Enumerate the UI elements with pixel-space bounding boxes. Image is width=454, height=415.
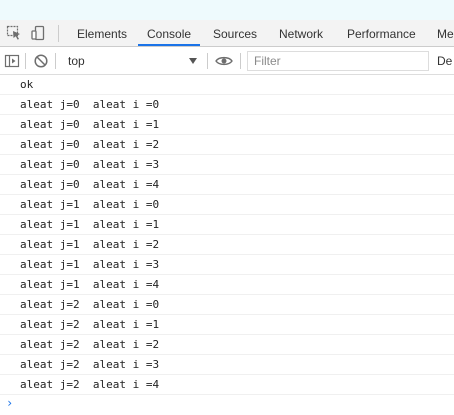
console-message: aleat j=0 aleat i =1 (0, 115, 454, 135)
active-tab-indicator (138, 44, 200, 46)
toolbar-separator (240, 53, 241, 69)
clear-console-icon[interactable] (33, 53, 49, 69)
console-message: aleat j=1 aleat i =4 (0, 275, 454, 295)
toolbar-separator (55, 53, 56, 69)
console-message: aleat j=0 aleat i =3 (0, 155, 454, 175)
console-message: aleat j=1 aleat i =2 (0, 235, 454, 255)
console-message: aleat j=2 aleat i =3 (0, 355, 454, 375)
console-message: aleat j=2 aleat i =2 (0, 335, 454, 355)
tab-elements[interactable]: Elements (77, 20, 127, 46)
eye-icon[interactable] (215, 53, 233, 69)
console-message: aleat j=0 aleat i =4 (0, 175, 454, 195)
console-message: aleat j=2 aleat i =4 (0, 375, 454, 395)
devtools-tabbar: Elements Console Sources Network Perform… (0, 20, 454, 47)
console-message: aleat j=1 aleat i =3 (0, 255, 454, 275)
console-message: aleat j=0 aleat i =2 (0, 135, 454, 155)
tab-memory[interactable]: Me (437, 20, 454, 46)
context-select-value: top (68, 54, 85, 68)
console-message: aleat j=2 aleat i =1 (0, 315, 454, 335)
device-toggle-icon[interactable] (30, 25, 46, 41)
tab-sources[interactable]: Sources (213, 20, 257, 46)
console-message: aleat j=0 aleat i =0 (0, 95, 454, 115)
console-output: ok aleat j=0 aleat i =0 aleat j=0 aleat … (0, 75, 454, 415)
console-message: ok (0, 75, 454, 95)
console-prompt-icon[interactable]: › (6, 396, 13, 410)
filter-input[interactable] (247, 51, 429, 71)
console-message: aleat j=2 aleat i =0 (0, 295, 454, 315)
toolbar-separator (207, 53, 208, 69)
context-select[interactable]: top (62, 50, 204, 72)
sidebar-toggle-icon[interactable] (4, 53, 20, 69)
tabbar-separator (58, 25, 59, 42)
tab-performance[interactable]: Performance (347, 20, 416, 46)
console-message: aleat j=1 aleat i =0 (0, 195, 454, 215)
toolbar-separator (25, 53, 26, 69)
console-toolbar: top De (0, 47, 454, 75)
chevron-down-icon (189, 58, 197, 64)
console-message: aleat j=1 aleat i =1 (0, 215, 454, 235)
tab-console[interactable]: Console (147, 20, 191, 46)
log-levels-dropdown[interactable]: De (437, 50, 452, 72)
window-top-strip (0, 0, 454, 20)
tab-network[interactable]: Network (279, 20, 323, 46)
inspect-element-icon[interactable] (6, 25, 22, 41)
